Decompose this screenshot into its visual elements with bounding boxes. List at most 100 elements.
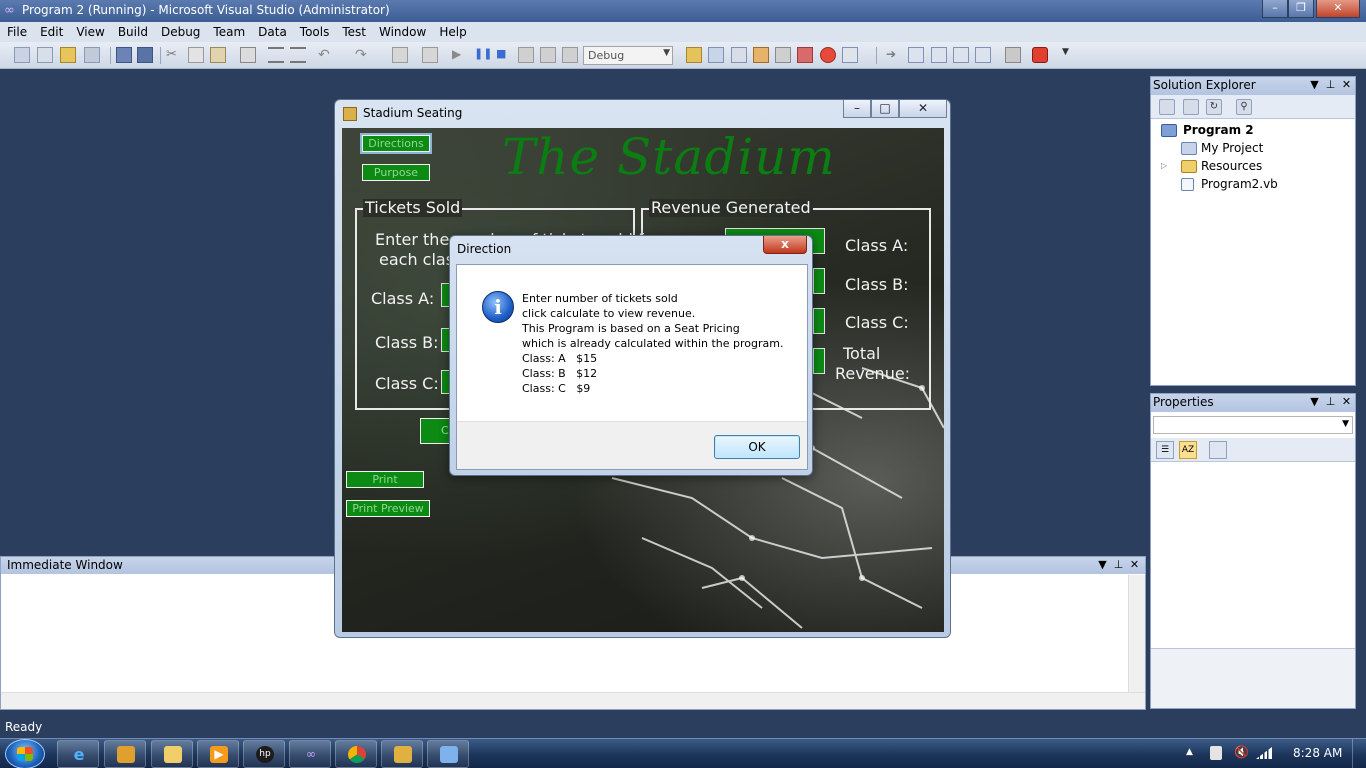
stop-record-icon[interactable]: [1032, 47, 1048, 63]
find-icon[interactable]: [240, 47, 256, 63]
horizontal-scrollbar[interactable]: [1, 692, 1145, 709]
stadium-maximize-button[interactable]: □: [871, 100, 899, 118]
expand-arrow-icon[interactable]: ▷: [1161, 161, 1167, 170]
watch-icon[interactable]: [953, 47, 969, 63]
open-folder-icon[interactable]: [60, 47, 76, 63]
copy-icon[interactable]: [188, 47, 204, 63]
panel-menu-icon[interactable]: ▼: [1096, 558, 1109, 571]
redo-icon[interactable]: ↷: [355, 47, 371, 63]
ok-button[interactable]: OK: [714, 435, 800, 459]
menu-test[interactable]: Test: [335, 22, 372, 40]
pin-icon[interactable]: ⊥: [1324, 78, 1337, 91]
output-window-icon[interactable]: [842, 47, 858, 63]
close-button[interactable]: ✕: [1316, 0, 1360, 18]
print-preview-button[interactable]: Print Preview: [346, 500, 430, 517]
directions-button[interactable]: Directions: [360, 133, 432, 154]
taskbar-chrome[interactable]: [335, 740, 377, 768]
breakpoints-icon[interactable]: [931, 47, 947, 63]
cut-icon[interactable]: ✂: [166, 47, 182, 63]
taskbar-visual-studio[interactable]: ∞: [289, 740, 331, 768]
taskbar-stadium-app[interactable]: [381, 740, 423, 768]
undo-icon[interactable]: ↶: [318, 47, 334, 63]
menu-window[interactable]: Window: [372, 22, 432, 40]
panel-menu-icon[interactable]: ▼: [1308, 395, 1321, 408]
class-view-icon[interactable]: [797, 47, 813, 63]
show-hidden-icons-icon[interactable]: ▲: [1186, 747, 1193, 757]
navigate-forward-icon[interactable]: [422, 47, 438, 63]
object-selector-dropdown[interactable]: ▼: [1153, 416, 1353, 434]
properties-icon[interactable]: [1159, 99, 1175, 115]
solution-explorer-icon[interactable]: [708, 47, 724, 63]
start-button[interactable]: [5, 739, 45, 768]
menu-view[interactable]: View: [69, 22, 110, 40]
save-all-icon[interactable]: [137, 47, 153, 63]
step-out-icon[interactable]: [562, 47, 578, 63]
stadium-minimize-button[interactable]: –: [843, 100, 871, 118]
hex-display-icon[interactable]: [908, 47, 924, 63]
show-desktop-button[interactable]: [1352, 739, 1366, 768]
property-pages-icon[interactable]: [1209, 441, 1227, 459]
action-center-icon[interactable]: [1210, 746, 1222, 760]
pin-icon[interactable]: ⊥: [1112, 558, 1125, 571]
add-new-item-icon[interactable]: [84, 47, 100, 63]
taskbar-file-explorer[interactable]: [151, 740, 193, 768]
taskbar-hp[interactable]: hp: [243, 740, 285, 768]
step-over-icon[interactable]: [540, 47, 556, 63]
print-button[interactable]: Print: [346, 471, 424, 488]
taskbar-media-player[interactable]: ▶: [197, 740, 239, 768]
start-debugging-icon[interactable]: ▶: [452, 47, 468, 63]
menu-team[interactable]: Team: [206, 22, 251, 40]
comment-icon[interactable]: [268, 47, 284, 63]
save-icon[interactable]: [116, 47, 132, 63]
purpose-button[interactable]: Purpose: [362, 164, 430, 181]
taskbar-clock[interactable]: 8:28 AM: [1293, 746, 1342, 760]
minimize-button[interactable]: –: [1262, 0, 1288, 18]
properties-window-icon[interactable]: [731, 47, 747, 63]
menu-tools[interactable]: Tools: [293, 22, 336, 40]
vertical-scrollbar[interactable]: [1128, 575, 1145, 693]
menu-file[interactable]: File: [0, 22, 33, 40]
maximize-button[interactable]: ❐: [1288, 0, 1314, 18]
stop-debugging-icon[interactable]: ■: [496, 47, 512, 63]
menu-help[interactable]: Help: [432, 22, 472, 40]
view-class-diagram-icon[interactable]: ⚲: [1236, 99, 1252, 115]
menu-build[interactable]: Build: [111, 22, 154, 40]
panel-menu-icon[interactable]: ▼: [1308, 78, 1321, 91]
network-icon[interactable]: [1256, 747, 1272, 759]
break-all-icon[interactable]: ❚❚: [474, 47, 492, 63]
error-list-icon[interactable]: [820, 47, 836, 63]
taskbar-internet-explorer[interactable]: e: [57, 740, 99, 768]
dialog-body: i Enter number of tickets sold click cal…: [456, 264, 808, 470]
show-all-files-icon[interactable]: [1183, 99, 1199, 115]
pin-icon[interactable]: ⊥: [1324, 395, 1337, 408]
volume-muted-icon[interactable]: 🔇: [1234, 745, 1249, 759]
step-into-icon[interactable]: [518, 47, 534, 63]
menu-data[interactable]: Data: [251, 22, 293, 40]
stadium-close-button[interactable]: ✕: [899, 100, 947, 118]
attach-process-icon[interactable]: [1005, 47, 1021, 63]
taskbar-paint[interactable]: [427, 740, 469, 768]
uncomment-icon[interactable]: [290, 47, 306, 63]
panel-close-icon[interactable]: ✕: [1340, 78, 1353, 91]
solution-configuration-dropdown[interactable]: Debug ▼: [583, 46, 673, 65]
locals-icon[interactable]: [975, 47, 991, 63]
dialog-close-button[interactable]: x: [763, 236, 807, 254]
panel-close-icon[interactable]: ✕: [1128, 558, 1141, 571]
status-text: Ready: [5, 720, 43, 734]
menu-debug[interactable]: Debug: [154, 22, 206, 40]
alphabetical-icon[interactable]: AZ: [1179, 441, 1197, 459]
panel-close-icon[interactable]: ✕: [1340, 395, 1353, 408]
add-item-icon[interactable]: [37, 47, 53, 63]
show-next-statement-icon[interactable]: ➔: [886, 47, 902, 63]
new-project-icon[interactable]: [14, 47, 30, 63]
categorized-icon[interactable]: ☰: [1156, 441, 1174, 459]
object-browser-icon[interactable]: [753, 47, 769, 63]
find-in-files-icon[interactable]: [686, 47, 702, 63]
refresh-icon[interactable]: ↻: [1206, 99, 1222, 115]
toolbox-icon[interactable]: [775, 47, 791, 63]
taskbar-windows-explorer-app[interactable]: [104, 740, 146, 768]
menu-edit[interactable]: Edit: [33, 22, 69, 40]
paste-icon[interactable]: [210, 47, 226, 63]
toolbar-options-icon[interactable]: ▼: [1062, 47, 1078, 63]
navigate-back-icon[interactable]: [392, 47, 408, 63]
